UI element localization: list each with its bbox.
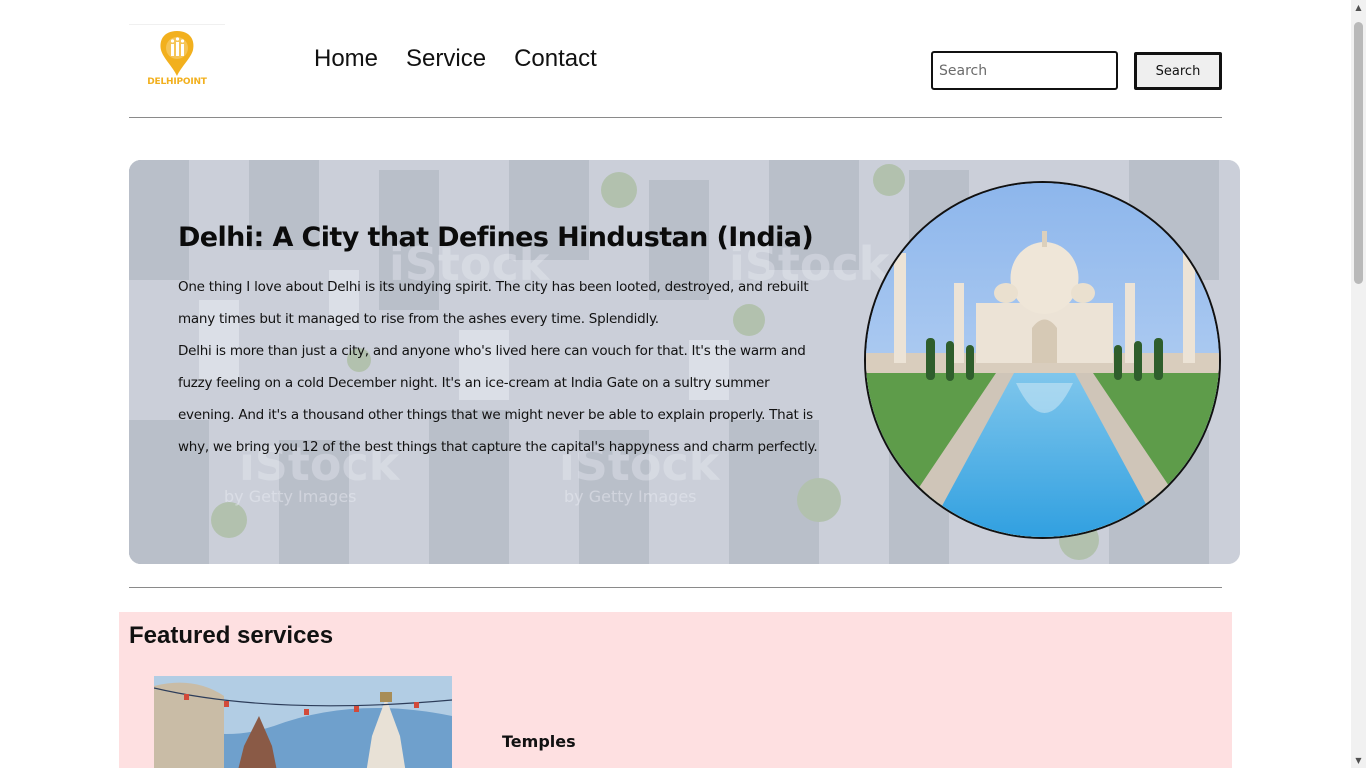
scroll-up-icon[interactable]: ▲ [1351,0,1366,15]
nav-home-link[interactable]: Home [314,44,378,74]
nav-contact-link[interactable]: Contact [514,44,597,74]
hero-banner: iStock iStock iStock iStock by Getty Ima… [129,160,1240,564]
vertical-scrollbar[interactable]: ▲ ▼ [1351,0,1366,768]
main-nav: Home Service Contact [314,44,597,74]
hero-title: Delhi: A City that Defines Hindustan (In… [178,222,814,253]
search-input[interactable] [931,51,1118,90]
featured-services-section: Featured services Temples [119,612,1232,768]
featured-services-title: Featured services [129,622,334,649]
temple-image[interactable] [154,676,452,768]
taj-mahal-image [864,181,1221,539]
scroll-down-icon[interactable]: ▼ [1351,753,1366,768]
scrollbar-thumb[interactable] [1354,22,1363,284]
nav-service-link[interactable]: Service [406,44,486,74]
search-button[interactable]: Search [1134,52,1222,90]
hero-description: One thing I love about Delhi is its undy… [178,271,818,463]
service-card-title: Temples [502,732,576,751]
section-divider [129,587,1222,588]
header-divider [129,117,1222,118]
hero-paragraph: Delhi is more than just a city, and anyo… [178,343,818,455]
hero-paragraph: One thing I love about Delhi is its undy… [178,279,809,327]
page: DELHIPOINT Home Service Contact Search S… [0,0,1366,768]
site-logo[interactable]: DELHIPOINT [129,24,225,92]
logo-text: DELHIPOINT [147,77,207,87]
